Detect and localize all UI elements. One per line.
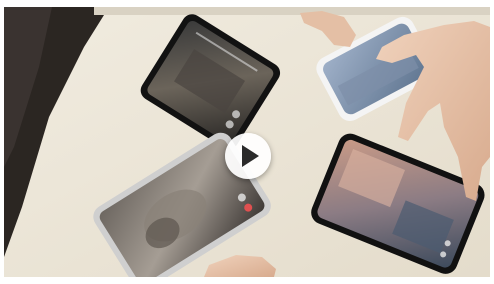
video-player[interactable]: Play video: [4, 7, 490, 277]
table-top-shade: [94, 7, 490, 15]
play-button[interactable]: Play video: [225, 133, 271, 179]
play-icon: [242, 145, 259, 167]
